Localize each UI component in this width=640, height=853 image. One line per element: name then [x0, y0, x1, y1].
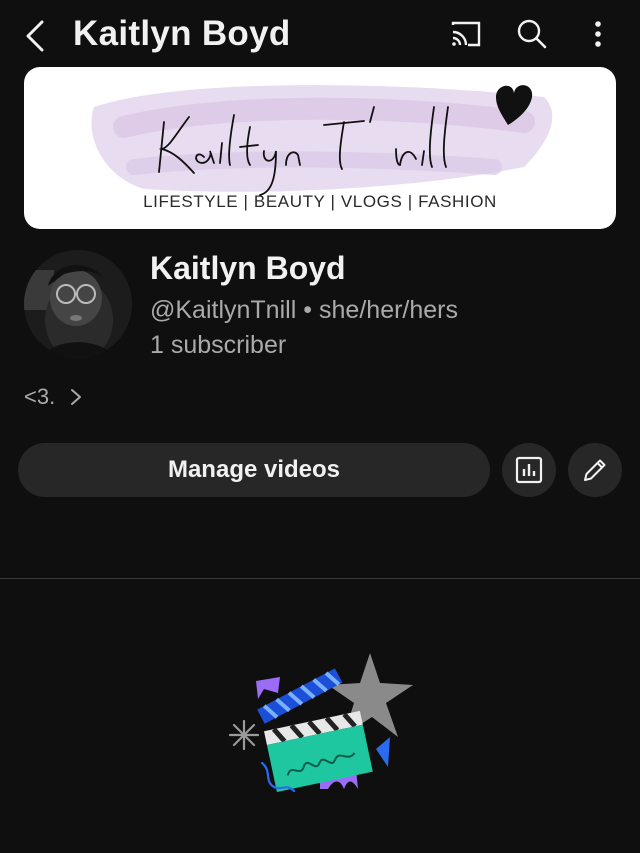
analytics-icon	[515, 456, 543, 484]
meta-separator: •	[303, 296, 313, 324]
channel-meta: @KaitlynTnill • she/her/hers	[150, 296, 458, 325]
search-icon[interactable]	[514, 16, 550, 52]
empty-state-illustration	[228, 653, 413, 793]
analytics-button[interactable]	[502, 443, 556, 497]
channel-pronouns: she/her/hers	[319, 296, 458, 324]
chevron-right-icon	[71, 389, 82, 405]
channel-name: Kaitlyn Boyd	[150, 250, 346, 286]
top-app-bar: Kaitlyn Boyd	[0, 0, 640, 70]
back-arrow-icon[interactable]	[20, 16, 52, 56]
pencil-icon	[584, 459, 606, 481]
section-divider	[0, 578, 640, 579]
page-title: Kaitlyn Boyd	[73, 14, 291, 53]
cast-icon[interactable]	[448, 16, 484, 52]
description-text: <3.	[24, 384, 56, 409]
channel-banner: LIFESTYLE | BEAUTY | VLOGS | FASHION	[24, 67, 616, 229]
subscriber-count: 1 subscriber	[150, 331, 287, 359]
avatar-photo	[24, 250, 132, 358]
channel-handle: @KaitlynTnill	[150, 296, 297, 324]
edit-button[interactable]	[568, 443, 622, 497]
banner-tagline: LIFESTYLE | BEAUTY | VLOGS | FASHION	[143, 192, 497, 211]
avatar[interactable]	[24, 250, 132, 358]
channel-description[interactable]: <3.	[24, 384, 83, 410]
manage-videos-button[interactable]: Manage videos	[18, 443, 490, 497]
more-vert-icon[interactable]	[582, 16, 618, 52]
